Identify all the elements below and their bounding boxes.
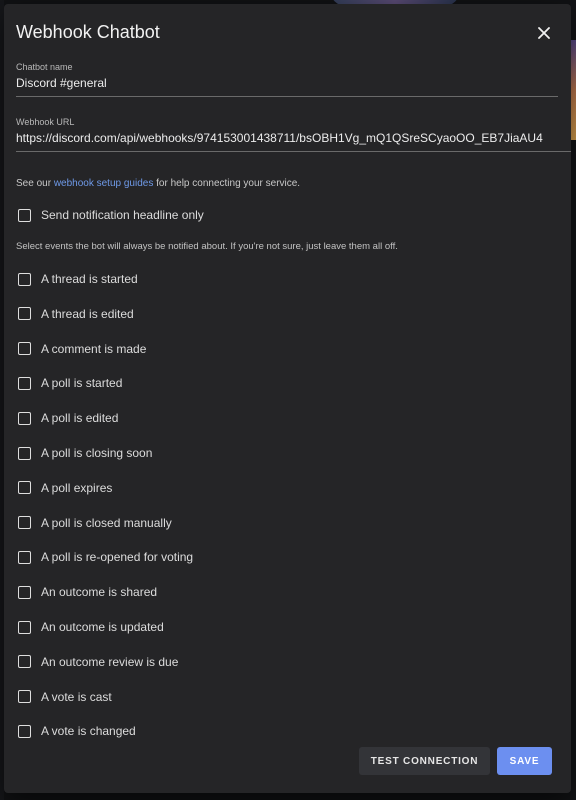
- event-checkbox[interactable]: A poll is started: [18, 373, 122, 393]
- test-connection-button[interactable]: TEST CONNECTION: [359, 747, 490, 775]
- event-checkbox[interactable]: An outcome is updated: [18, 617, 164, 637]
- event-checkbox[interactable]: A poll expires: [18, 478, 112, 498]
- event-label: A comment is made: [41, 341, 147, 356]
- helper-suffix: for help connecting your service.: [153, 178, 301, 189]
- event-label: A poll expires: [41, 480, 113, 495]
- checkbox-icon: [18, 585, 31, 599]
- event-label: A thread is started: [41, 272, 138, 286]
- checkbox-icon: [18, 411, 31, 425]
- webhook-chatbot-dialog: Webhook Chatbot Chatbot name Webhook URL…: [4, 4, 571, 793]
- event-checkbox[interactable]: A comment is made: [18, 339, 146, 359]
- webhook-url-input[interactable]: [16, 127, 571, 152]
- checkbox-icon: [18, 376, 31, 390]
- event-checkbox[interactable]: A poll is edited: [18, 408, 118, 428]
- checkbox-icon: [18, 481, 31, 495]
- checkbox-icon: [18, 208, 31, 222]
- event-checkbox[interactable]: An outcome review is due: [18, 652, 178, 672]
- checkbox-icon: [18, 342, 31, 356]
- event-label: A poll is re-opened for voting: [41, 550, 194, 565]
- event-checkbox[interactable]: A thread is started: [18, 269, 138, 289]
- headline-only-checkbox[interactable]: Send notification headline only: [18, 205, 204, 225]
- event-label: A poll is closed manually: [41, 515, 172, 530]
- event-label: A vote is cast: [41, 689, 112, 704]
- event-label: An outcome is updated: [41, 620, 164, 634]
- event-label: A poll is closing soon: [41, 446, 153, 460]
- helper-prefix: See our: [16, 178, 54, 189]
- event-checkbox[interactable]: A vote is cast: [18, 687, 112, 707]
- events-info-text: Select events the bot will always be not…: [16, 241, 398, 252]
- event-label: A poll is edited: [41, 411, 119, 426]
- event-checkbox[interactable]: A vote is changed: [18, 721, 136, 741]
- chatbot-name-field: Chatbot name: [16, 62, 558, 97]
- checkbox-icon: [18, 550, 31, 564]
- event-checkbox[interactable]: A poll is re-opened for voting: [18, 547, 193, 567]
- save-button[interactable]: SAVE: [497, 747, 552, 775]
- event-checkbox[interactable]: An outcome is shared: [18, 582, 157, 602]
- webhook-url-field: Webhook URL: [16, 117, 571, 152]
- event-label: An outcome is shared: [41, 585, 158, 600]
- close-icon: [538, 27, 550, 39]
- event-label: A poll is started: [41, 376, 123, 391]
- checkbox-icon: [18, 655, 31, 669]
- close-button[interactable]: [534, 23, 554, 43]
- headline-only-label: Send notification headline only: [41, 208, 204, 222]
- event-label: A vote is changed: [41, 724, 136, 739]
- event-label: An outcome review is due: [41, 654, 179, 669]
- checkbox-icon: [18, 446, 31, 460]
- webhook-url-label: Webhook URL: [16, 117, 75, 127]
- event-label: A thread is edited: [41, 306, 134, 321]
- helper-text: See our webhook setup guides for help co…: [16, 178, 300, 189]
- checkbox-icon: [18, 724, 31, 738]
- webhook-setup-guides-link[interactable]: webhook setup guides: [54, 178, 154, 189]
- checkbox-icon: [18, 516, 31, 530]
- chatbot-name-input[interactable]: [16, 72, 558, 97]
- event-checkbox[interactable]: A thread is edited: [18, 304, 134, 324]
- chatbot-name-label: Chatbot name: [16, 62, 73, 72]
- event-checkbox[interactable]: A poll is closed manually: [18, 513, 172, 533]
- event-checkbox[interactable]: A poll is closing soon: [18, 443, 152, 463]
- checkbox-icon: [18, 620, 31, 634]
- dialog-title: Webhook Chatbot: [16, 22, 160, 42]
- checkbox-icon: [18, 690, 31, 704]
- checkbox-icon: [18, 307, 31, 321]
- checkbox-icon: [18, 272, 31, 286]
